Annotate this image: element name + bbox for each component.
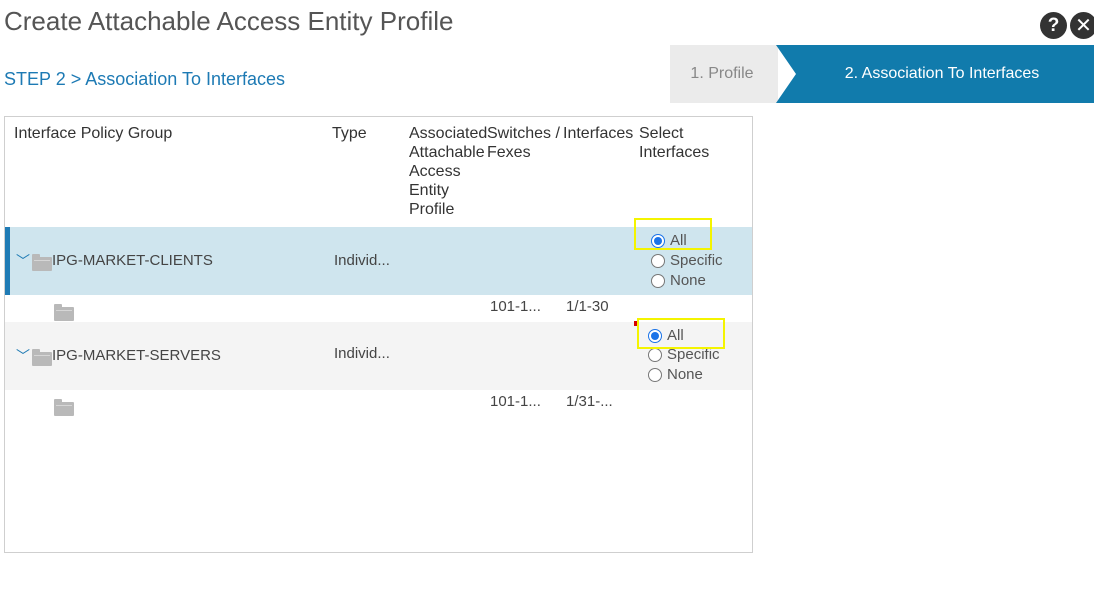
folder-icon: [32, 254, 52, 271]
radio-label: Specific: [670, 252, 723, 269]
highlight-box: [637, 318, 725, 349]
step-breadcrumb: STEP 2 > Association To Interfaces: [4, 69, 285, 89]
folder-icon: [54, 399, 74, 416]
table-row-child: 101-1... 1/31-...: [5, 390, 752, 417]
col-header-switches[interactable]: Switches / Fexes: [487, 124, 562, 162]
policy-group-name: IPG-MARKET-SERVERS: [52, 347, 221, 364]
col-header-aaep[interactable]: Associated Attachable Access Entity Prof…: [409, 124, 493, 219]
wizard-step-profile[interactable]: 1. Profile: [670, 45, 778, 103]
policy-group-name: IPG-MARKET-CLIENTS: [52, 252, 213, 269]
col-header-policy-group[interactable]: Interface Policy Group: [14, 124, 314, 143]
red-mark: [634, 321, 637, 326]
close-icon[interactable]: ✕: [1070, 12, 1094, 39]
radio-specific[interactable]: Specific: [651, 252, 723, 269]
radio-button[interactable]: [648, 367, 662, 382]
col-header-type[interactable]: Type: [332, 124, 392, 143]
policy-group-type: Individ...: [334, 252, 390, 269]
radio-none[interactable]: None: [651, 272, 706, 289]
child-switches: 101-1...: [490, 393, 541, 410]
radio-button[interactable]: [651, 253, 665, 268]
child-switches: 101-1...: [490, 298, 541, 315]
child-interfaces: 1/31-...: [566, 393, 613, 410]
radio-label: None: [667, 366, 703, 383]
radio-none[interactable]: None: [648, 366, 703, 383]
folder-icon: [54, 304, 74, 321]
help-icon[interactable]: ?: [1040, 12, 1067, 39]
radio-label: None: [670, 272, 706, 289]
radio-button[interactable]: [648, 347, 662, 362]
folder-icon: [32, 349, 52, 366]
wizard-steps: 1. Profile 2. Association To Interfaces: [670, 45, 1094, 103]
col-header-select-interfaces[interactable]: Select Interfaces: [639, 124, 729, 162]
child-interfaces: 1/1-30: [566, 298, 609, 315]
radio-button[interactable]: [651, 273, 665, 288]
policy-group-type: Individ...: [334, 345, 390, 362]
wizard-step-association[interactable]: 2. Association To Interfaces: [776, 45, 1094, 103]
dialog-title: Create Attachable Access Entity Profile: [4, 6, 454, 36]
col-header-interfaces[interactable]: Interfaces: [563, 124, 643, 143]
highlight-box: [634, 218, 712, 250]
chevron-down-icon[interactable]: ﹀: [16, 346, 30, 366]
chevron-down-icon[interactable]: ﹀: [16, 251, 30, 271]
